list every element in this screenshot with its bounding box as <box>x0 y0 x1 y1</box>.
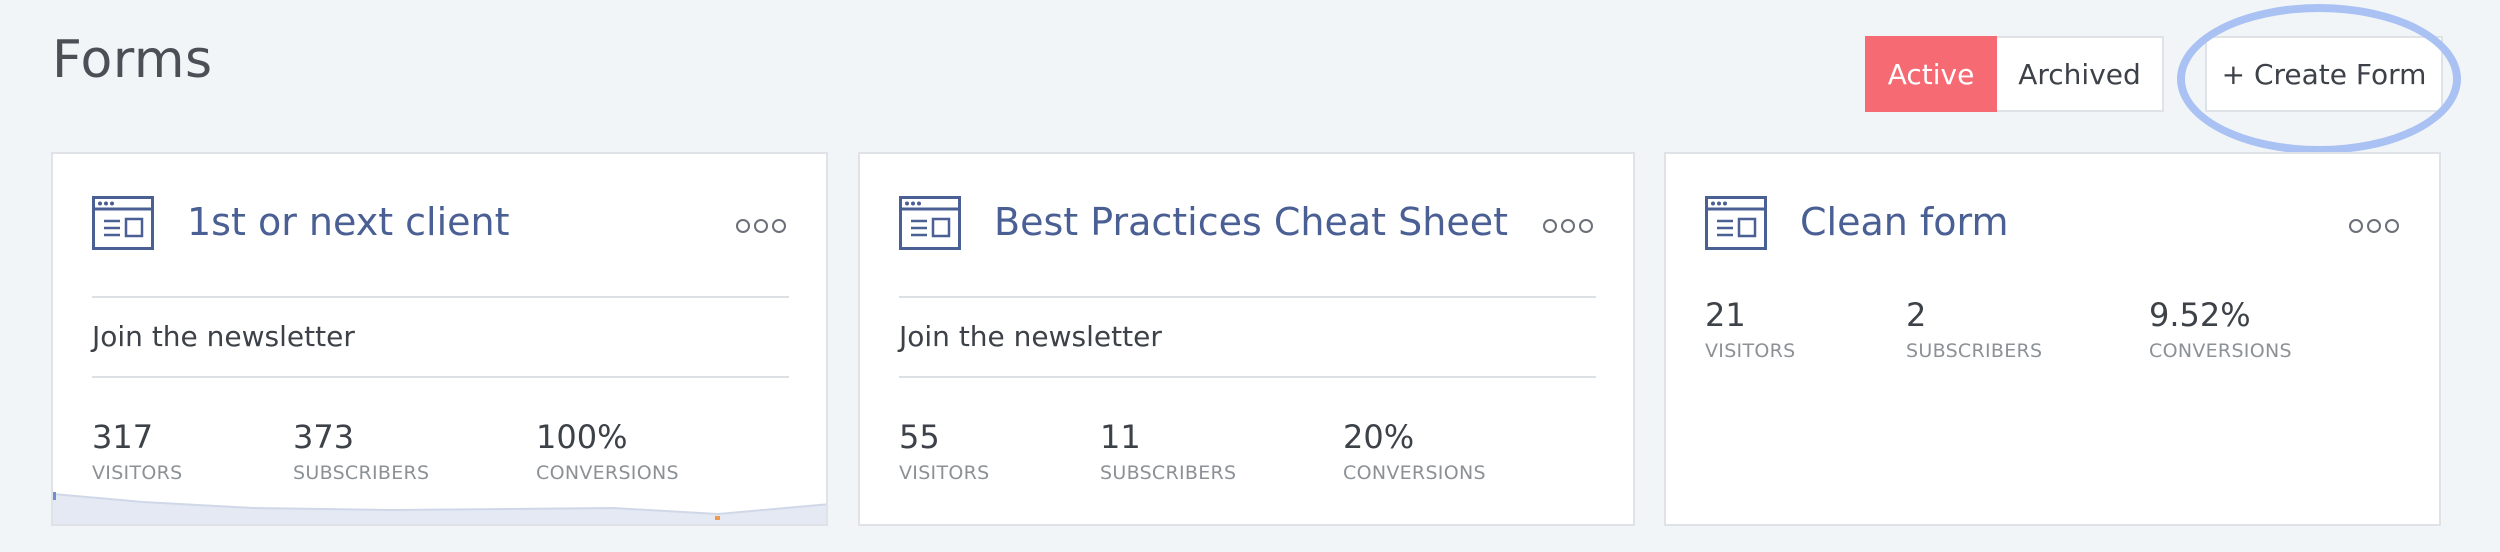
more-options-icon[interactable] <box>1543 219 1593 233</box>
divider <box>92 376 789 378</box>
stat-label: SUBSCRIBERS <box>1100 462 1237 484</box>
stat-label: CONVERSIONS <box>1343 462 1486 484</box>
stat-conversions: 20% CONVERSIONS <box>1343 418 1486 484</box>
card-title[interactable]: Clean form <box>1800 200 2009 244</box>
page-title: Forms <box>52 30 213 90</box>
divider <box>899 296 1596 298</box>
stat-visitors: 21 VISITORS <box>1705 296 1796 362</box>
create-form-button[interactable]: + Create Form <box>2205 36 2443 112</box>
stat-conversions: 100% CONVERSIONS <box>536 418 679 484</box>
stat-value: 21 <box>1705 296 1746 334</box>
stat-value: 373 <box>293 418 355 456</box>
form-card[interactable]: 1st or next client Join the newsletter 3… <box>51 152 828 526</box>
card-subtitle: Join the newsletter <box>899 320 1162 353</box>
stat-value: 20% <box>1343 418 1415 456</box>
stat-value: 100% <box>536 418 628 456</box>
stat-label: VISITORS <box>92 462 183 484</box>
stat-subscribers: 373 SUBSCRIBERS <box>293 418 429 484</box>
more-options-icon[interactable] <box>736 219 786 233</box>
stat-visitors: 55 VISITORS <box>899 418 990 484</box>
stat-label: SUBSCRIBERS <box>293 462 430 484</box>
stat-label: VISITORS <box>1705 340 1796 362</box>
trend-sparkline <box>53 492 826 524</box>
card-title[interactable]: Best Practices Cheat Sheet <box>994 200 1508 244</box>
stat-label: CONVERSIONS <box>536 462 679 484</box>
stat-value: 55 <box>899 418 940 456</box>
stat-value: 9.52% <box>2149 296 2251 334</box>
form-card[interactable]: Clean form 21 VISITORS 2 SUBSCRIBERS 9.5… <box>1664 152 2441 526</box>
stat-label: CONVERSIONS <box>2149 340 2292 362</box>
stat-value: 2 <box>1906 296 1927 334</box>
stat-subscribers: 2 SUBSCRIBERS <box>1906 296 2042 362</box>
tab-archived[interactable]: Archived <box>1997 36 2164 112</box>
card-subtitle: Join the newsletter <box>92 320 355 353</box>
status-tabs: Active Archived <box>1865 36 2164 112</box>
stat-label: SUBSCRIBERS <box>1906 340 2043 362</box>
stat-value: 317 <box>92 418 154 456</box>
form-icon <box>899 196 961 250</box>
divider <box>92 296 789 298</box>
divider <box>899 376 1596 378</box>
stat-conversions: 9.52% CONVERSIONS <box>2149 296 2292 362</box>
form-card[interactable]: Best Practices Cheat Sheet Join the news… <box>858 152 1635 526</box>
form-icon <box>92 196 154 250</box>
stat-value: 11 <box>1100 418 1141 456</box>
form-icon <box>1705 196 1767 250</box>
card-title[interactable]: 1st or next client <box>187 200 510 244</box>
tab-active[interactable]: Active <box>1865 36 1997 112</box>
stat-label: VISITORS <box>899 462 990 484</box>
stat-visitors: 317 VISITORS <box>92 418 183 484</box>
more-options-icon[interactable] <box>2349 219 2399 233</box>
stat-subscribers: 11 SUBSCRIBERS <box>1100 418 1236 484</box>
